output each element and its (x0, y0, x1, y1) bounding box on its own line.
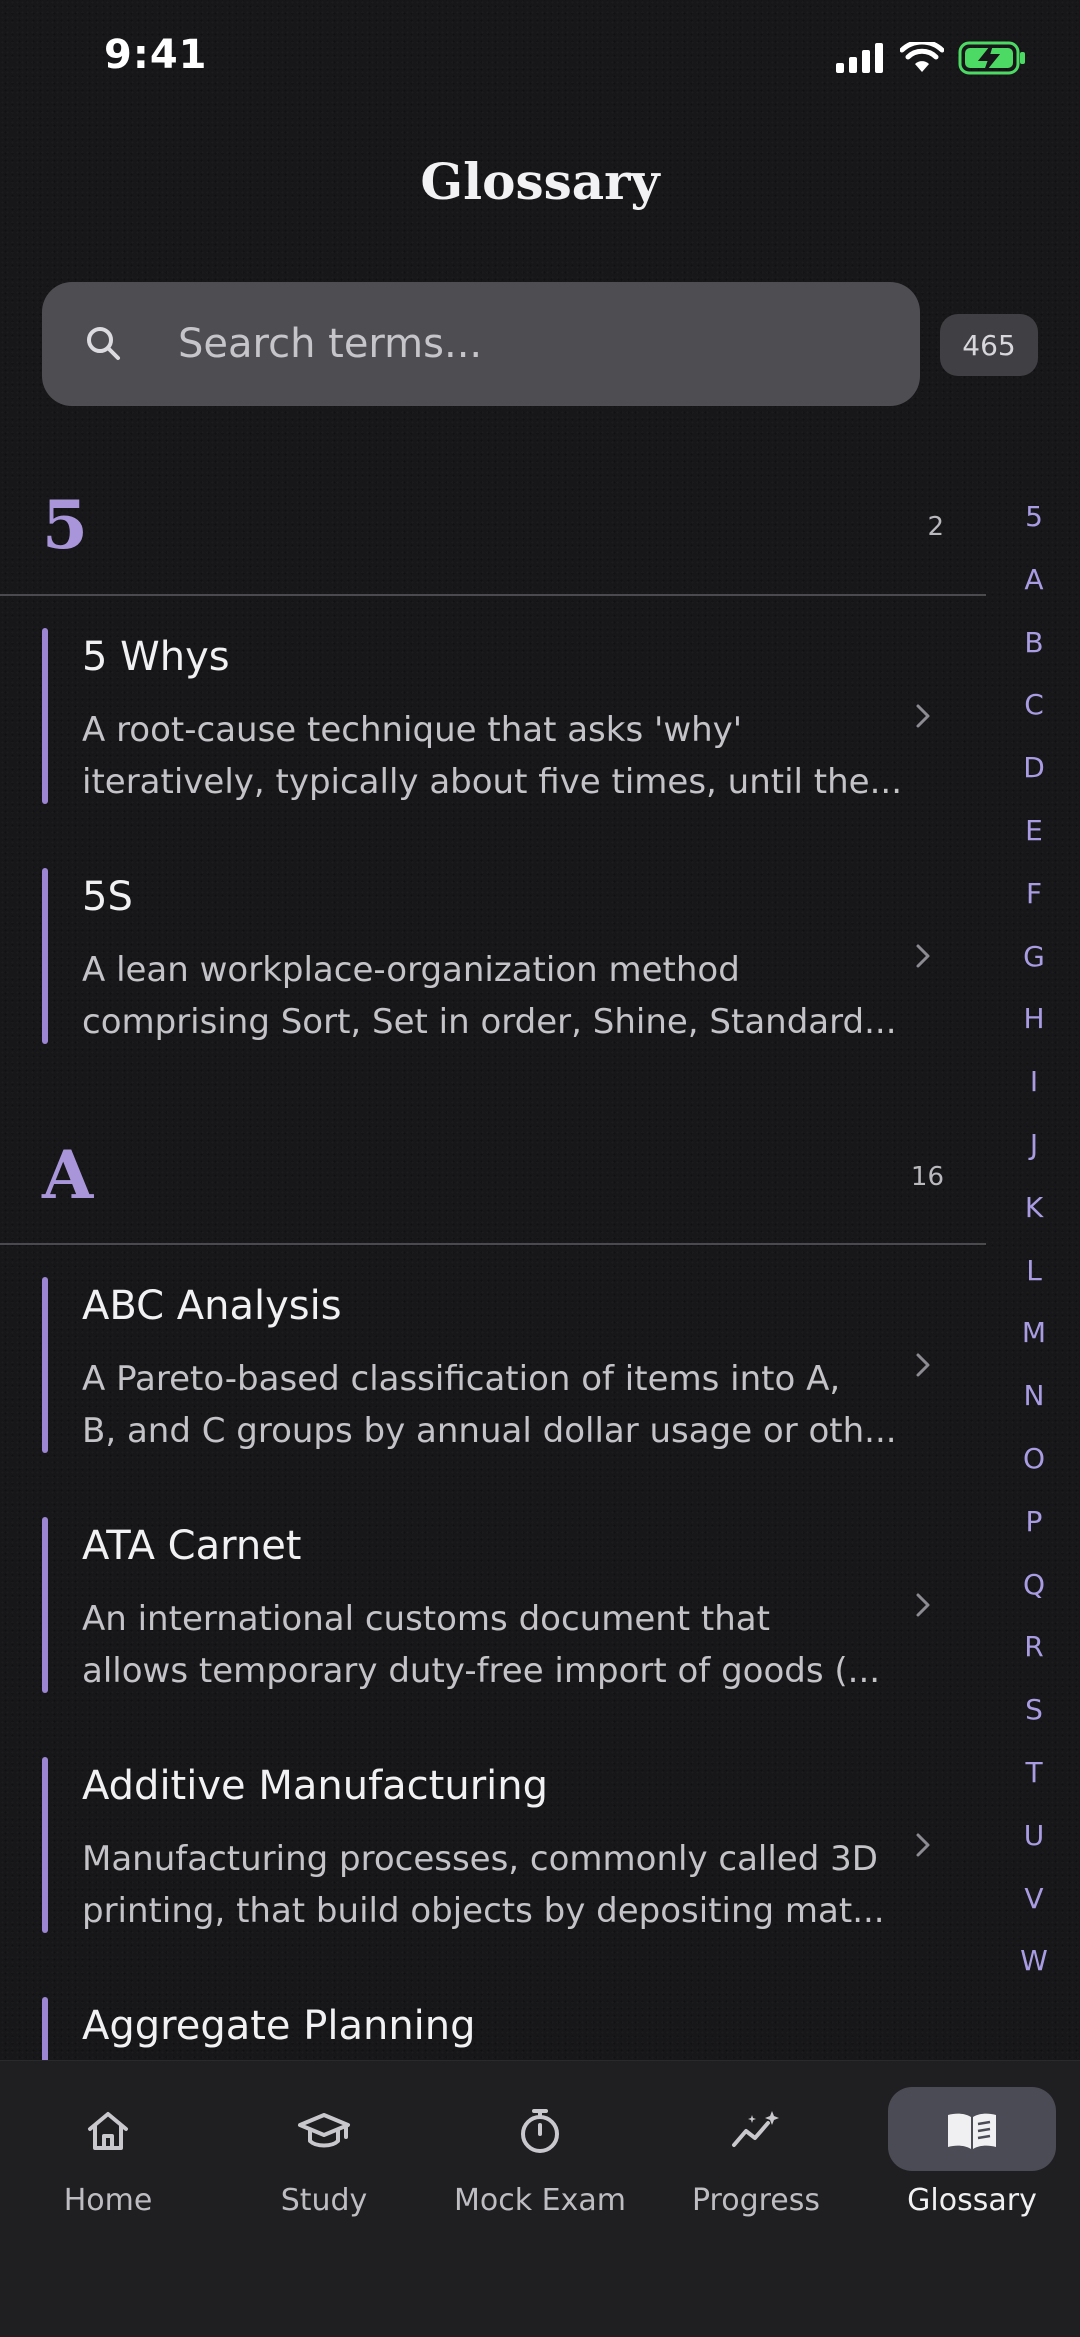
entry-title: ABC Analysis (82, 1283, 342, 1329)
entry-description: A lean workplace-organization method comp… (82, 950, 897, 1042)
section-header-letter: 5 (42, 486, 88, 564)
index-letter[interactable]: U (1012, 1819, 1056, 1852)
entry-title: ATA Carnet (82, 1523, 302, 1569)
graduation-cap-icon (298, 2113, 350, 2148)
glossary-entry[interactable]: 5 Whys A root-cause technique that asks … (42, 628, 942, 804)
tab-label: Progress (691, 2183, 821, 2218)
tab-label: Study (280, 2183, 368, 2218)
entry-title: Aggregate Planning (82, 2003, 476, 2049)
index-letter[interactable]: L (1012, 1254, 1056, 1287)
trend-sparkle-icon (732, 2111, 779, 2147)
glossary-entry[interactable]: Additive Manufacturing Manufacturing pro… (42, 1757, 942, 1933)
entry-accent-bar (42, 628, 48, 804)
chevron-right-icon (916, 1833, 930, 1857)
page-title: Glossary (420, 152, 660, 211)
tab-home[interactable]: Home (18, 2085, 198, 2245)
index-letter[interactable]: R (1012, 1630, 1056, 1663)
index-letter[interactable]: G (1012, 940, 1056, 973)
section-count: 16 (910, 1162, 944, 1192)
chevron-right-icon (916, 944, 930, 968)
bottom-tab-bar: Home Study Mock Exam Progress Glossary (0, 2060, 1080, 2337)
wifi-icon (900, 42, 944, 72)
search-icon (87, 327, 120, 360)
index-letter[interactable]: K (1012, 1191, 1056, 1224)
index-letter[interactable]: P (1012, 1505, 1056, 1538)
tab-study[interactable]: Study (234, 2085, 414, 2245)
chevron-right-icon (916, 704, 930, 728)
index-letter[interactable]: V (1012, 1882, 1056, 1915)
status-time: 9:41 (104, 32, 208, 78)
entry-accent-bar (42, 868, 48, 1044)
chevron-right-icon (916, 1593, 930, 1617)
section-divider (0, 594, 986, 596)
term-count-badge: 465 (940, 314, 1038, 376)
index-letter[interactable]: C (1012, 688, 1056, 721)
entry-description: A Pareto-based classification of items i… (82, 1359, 897, 1451)
open-book-icon (948, 2113, 996, 2149)
glossary-entry[interactable]: 5S A lean workplace-organization method c… (42, 868, 942, 1044)
tab-label: Home (63, 2183, 153, 2218)
index-letter[interactable]: H (1012, 1002, 1056, 1035)
index-letter[interactable]: O (1012, 1442, 1056, 1475)
entry-description: Manufacturing processes, commonly called… (82, 1839, 885, 1931)
tab-glossary[interactable]: Glossary (882, 2085, 1062, 2245)
entry-description: A root-cause technique that asks 'why' it… (82, 710, 903, 802)
index-letter[interactable]: N (1012, 1379, 1056, 1412)
index-letter[interactable]: A (1012, 563, 1056, 596)
chevron-right-icon (916, 1353, 930, 1377)
tab-label: Glossary (907, 2183, 1037, 2218)
index-letter[interactable]: T (1012, 1756, 1056, 1789)
entry-title: Additive Manufacturing (82, 1763, 548, 1809)
entry-accent-bar (42, 1277, 48, 1453)
search-input[interactable] (178, 312, 898, 376)
glossary-entry[interactable]: ABC Analysis A Pareto-based classificati… (42, 1277, 942, 1453)
tab-mock-exam[interactable]: Mock Exam (450, 2085, 630, 2245)
glossary-screen: 9:41 Glossary 465 5 2 5 Whys (0, 0, 1080, 2337)
entry-description: An international customs document that al… (82, 1599, 881, 1691)
index-letter[interactable]: I (1012, 1065, 1056, 1098)
section-count: 2 (927, 512, 944, 542)
index-letter[interactable]: J (1012, 1128, 1056, 1161)
index-letter[interactable]: D (1012, 751, 1056, 784)
index-letter[interactable]: 5 (1012, 500, 1056, 533)
index-letter[interactable]: M (1012, 1316, 1056, 1349)
home-icon (88, 2112, 128, 2150)
entry-title: 5S (82, 874, 133, 920)
entry-title: 5 Whys (82, 634, 230, 680)
index-letter[interactable]: Q (1012, 1568, 1056, 1601)
status-icons (836, 40, 1026, 76)
battery-charging-icon (958, 41, 1025, 75)
index-letter[interactable]: B (1012, 626, 1056, 659)
index-letter[interactable]: S (1012, 1693, 1056, 1726)
tab-label: Mock Exam (454, 2183, 626, 2218)
glossary-entry[interactable]: ATA Carnet An international customs docu… (42, 1517, 942, 1693)
index-letter[interactable]: E (1012, 814, 1056, 847)
entry-accent-bar (42, 1757, 48, 1933)
tab-progress[interactable]: Progress (666, 2085, 846, 2245)
stopwatch-icon (521, 2109, 559, 2153)
signal-icon (836, 43, 883, 73)
index-letter[interactable]: W (1012, 1944, 1056, 1977)
section-header-letter: A (42, 1136, 94, 1214)
entry-accent-bar (42, 1517, 48, 1693)
index-letter[interactable]: F (1012, 877, 1056, 910)
section-divider (0, 1243, 986, 1245)
